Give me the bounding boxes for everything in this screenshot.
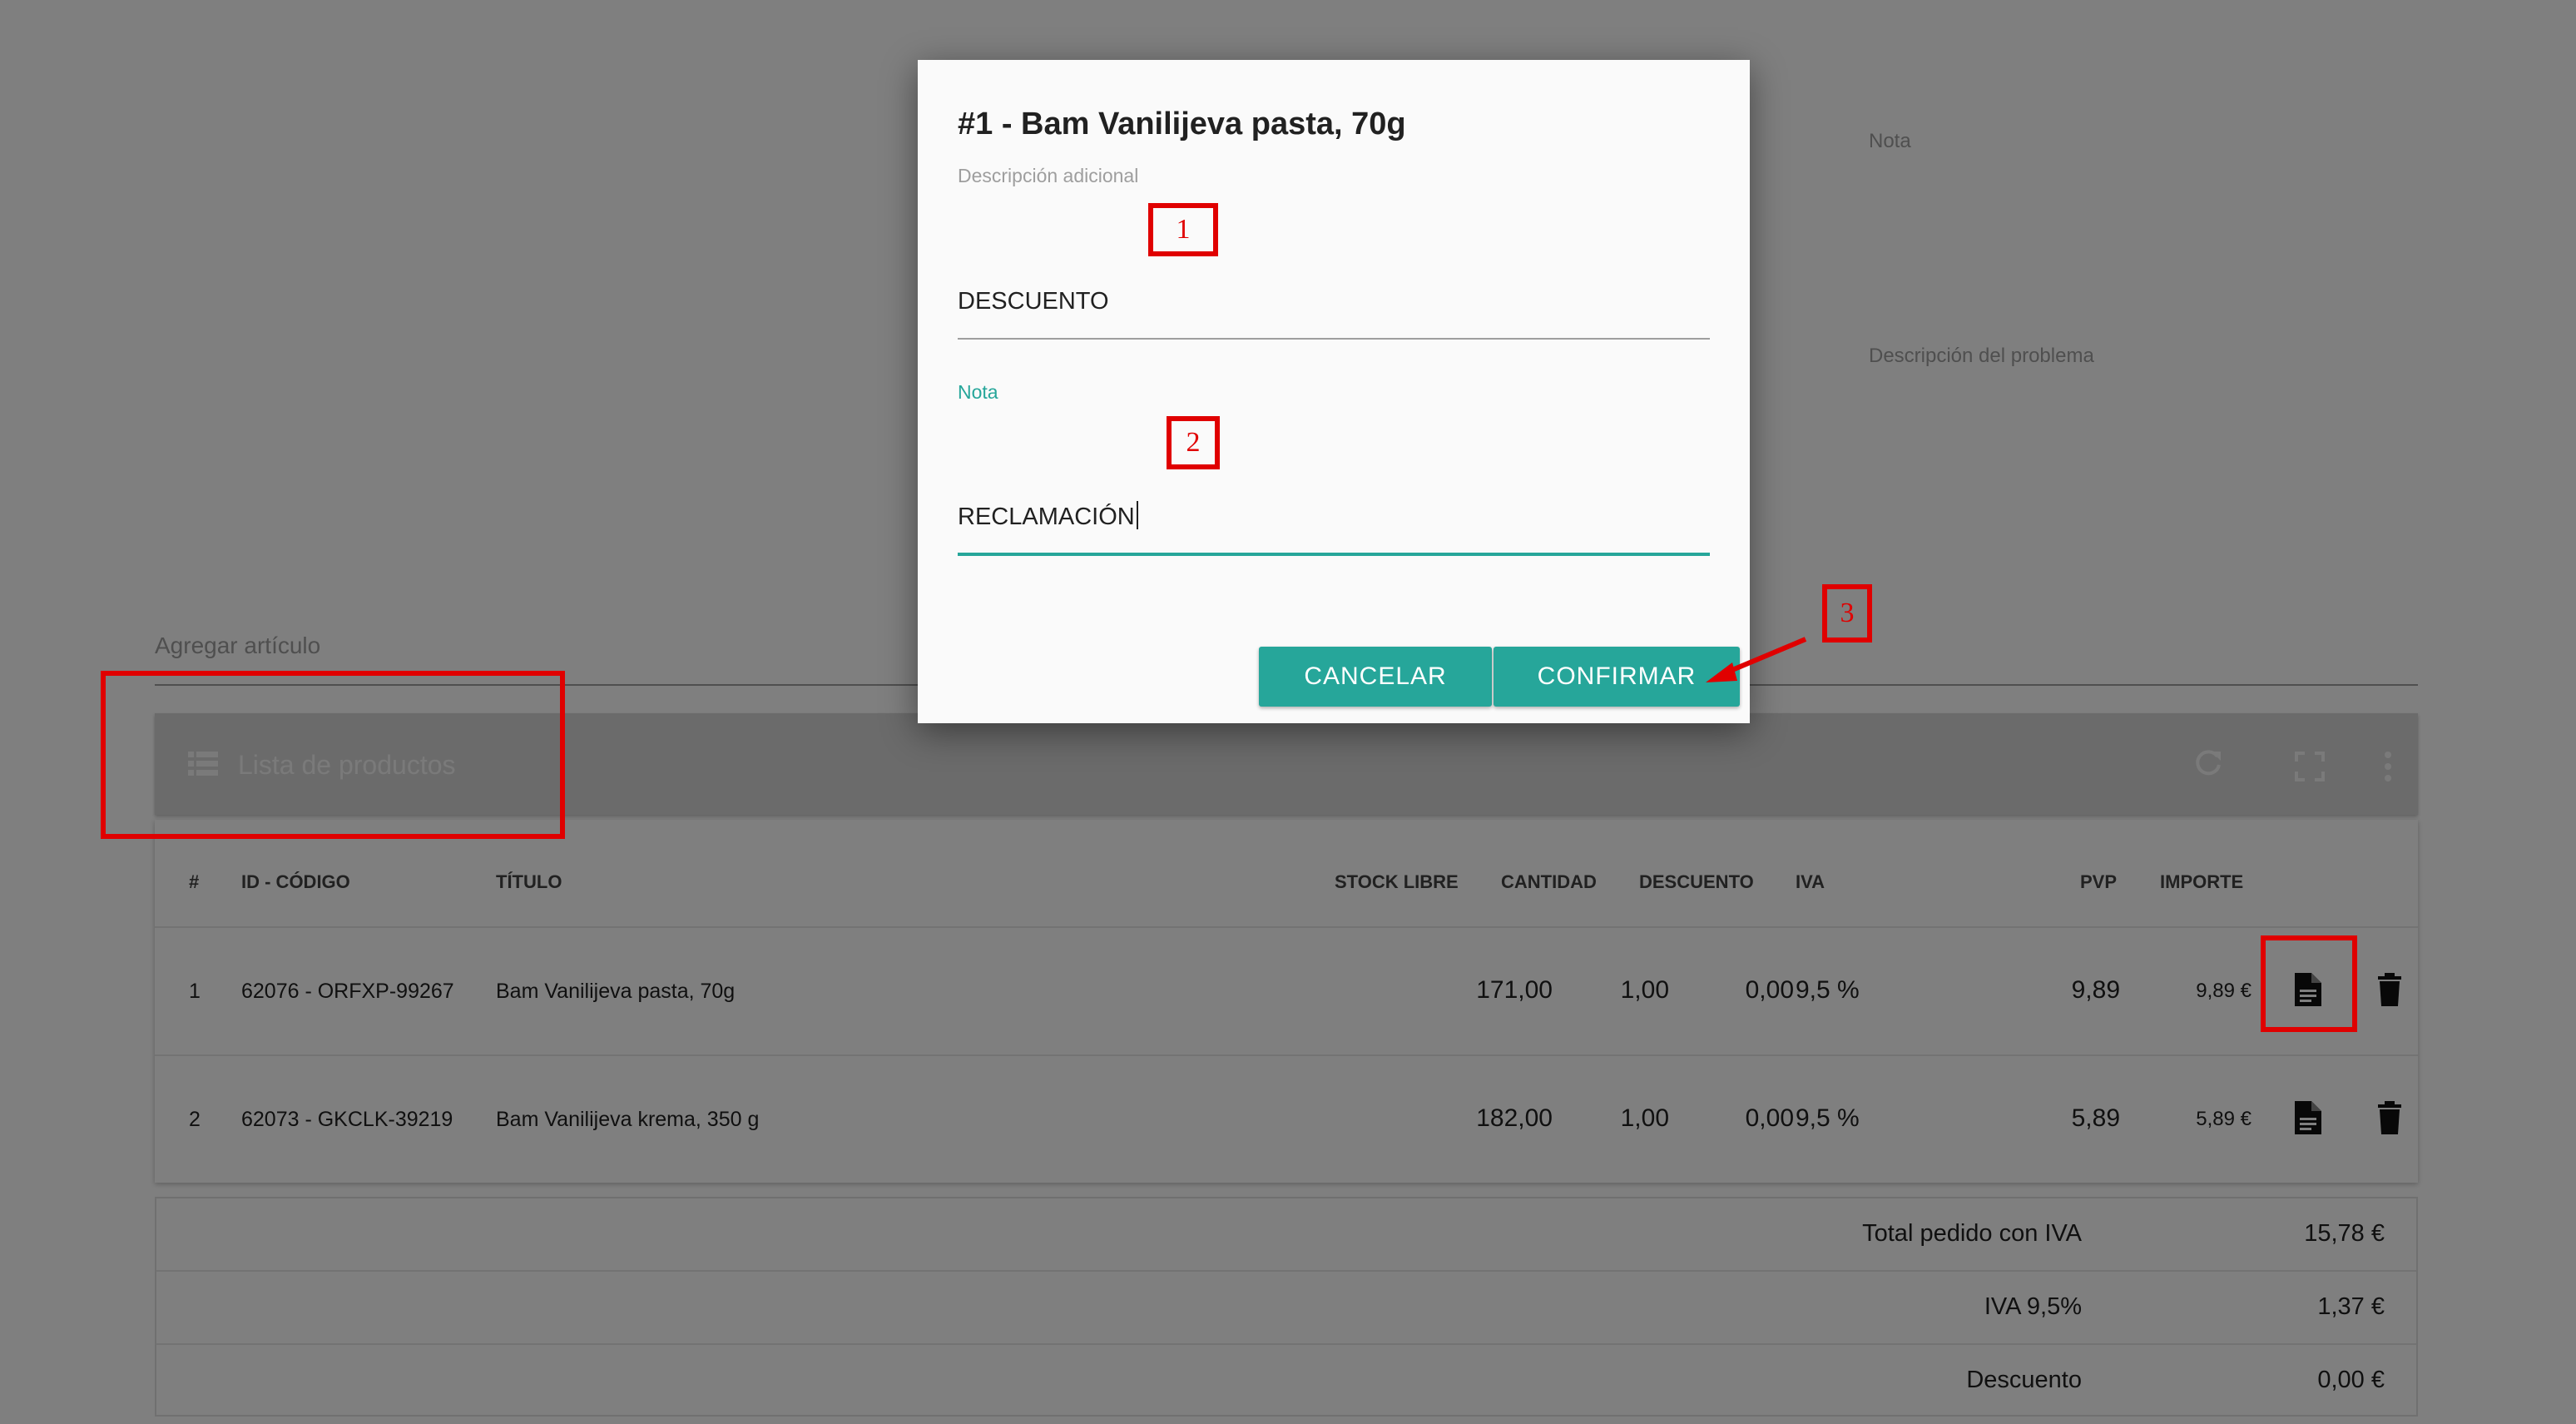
annotation-number-1: 1 — [1176, 214, 1191, 245]
additional-description-value: DESCUENTO — [958, 288, 1109, 315]
annotation-number-3: 3 — [1840, 598, 1855, 628]
cancel-button[interactable]: CANCELAR — [1259, 647, 1492, 707]
annotation-box-2: 2 — [1167, 416, 1220, 469]
text-caret — [1136, 501, 1138, 529]
note-value-line: RECLAMACIÓN — [958, 501, 1138, 531]
note-dialog: #1 - Bam Vanilijeva pasta, 70g Descripci… — [918, 60, 1750, 723]
annotation-box-panel-title — [101, 671, 565, 839]
annotation-box-document-icon — [2261, 935, 2357, 1032]
note-label: Nota — [958, 381, 998, 403]
additional-description-label: Descripción adicional — [958, 165, 1139, 186]
annotation-arrow — [1706, 637, 1807, 682]
note-field[interactable]: RECLAMACIÓN — [958, 426, 1710, 551]
additional-description-underline — [958, 338, 1710, 340]
dialog-title: #1 - Bam Vanilijeva pasta, 70g — [958, 107, 1406, 141]
annotation-number-2: 2 — [1186, 427, 1201, 458]
annotation-box-3: 3 — [1822, 584, 1872, 643]
additional-description-field[interactable]: DESCUENTO — [958, 223, 1710, 340]
note-underline — [958, 553, 1710, 556]
annotation-box-1: 1 — [1148, 203, 1218, 256]
note-value: RECLAMACIÓN — [958, 504, 1135, 530]
